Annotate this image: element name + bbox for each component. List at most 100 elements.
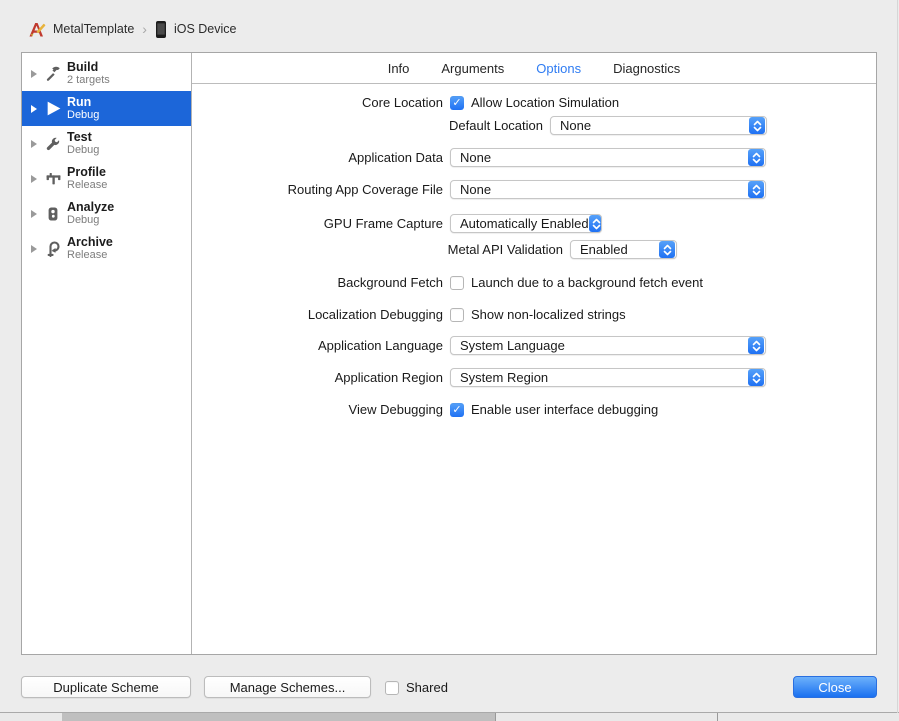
metal-api-validation-popup[interactable]: Enabled [570, 240, 677, 259]
row-gpu-frame-capture: GPU Frame Capture Automatically Enabled [192, 214, 876, 233]
application-language-popup[interactable]: System Language [450, 336, 766, 355]
field-label: Application Data [348, 150, 443, 165]
sidebar-item-sublabel: 2 targets [67, 74, 110, 87]
shared-label: Shared [406, 680, 448, 695]
field-label: Application Region [334, 370, 443, 385]
tab-diagnostics[interactable]: Diagnostics [613, 61, 680, 76]
popup-value: None [460, 150, 492, 165]
application-region-popup[interactable]: System Region [450, 368, 766, 387]
row-application-region: Application Region System Region [192, 368, 876, 387]
gpu-frame-capture-popup[interactable]: Automatically Enabled [450, 214, 602, 233]
tab-arguments[interactable]: Arguments [441, 61, 504, 76]
breadcrumb-destination[interactable]: iOS Device [174, 22, 237, 36]
archive-icon [44, 240, 62, 258]
analyze-icon [44, 205, 62, 223]
sidebar-item-label: Test [67, 129, 92, 144]
popup-value: System Language [460, 338, 565, 353]
options-pane: Info Arguments Options Diagnostics Core … [192, 53, 876, 654]
popup-stepper-icon [748, 149, 764, 166]
duplicate-scheme-button[interactable]: Duplicate Scheme [21, 676, 191, 698]
options-form: Core Location Allow Location Simulation … [192, 84, 876, 417]
sidebar-item-sublabel: Debug [67, 214, 100, 227]
popup-stepper-icon [748, 337, 764, 354]
row-application-data: Application Data None [192, 148, 876, 167]
row-view-debugging: View Debugging Enable user interface deb… [192, 402, 876, 417]
popup-value: System Region [460, 370, 549, 385]
checkbox-label: Enable user interface debugging [471, 402, 659, 417]
disclosure-triangle-icon[interactable] [30, 139, 42, 149]
popup-value: None [460, 182, 492, 197]
row-localization-debugging: Localization Debugging Show non-localize… [192, 307, 876, 322]
field-label: Localization Debugging [307, 307, 443, 322]
tab-bar: Info Arguments Options Diagnostics [192, 53, 876, 84]
row-core-location: Core Location Allow Location Simulation [192, 95, 876, 110]
field-label: Routing App Coverage File [287, 182, 443, 197]
disclosure-triangle-icon[interactable] [30, 244, 42, 254]
row-routing-app-coverage: Routing App Coverage File None [192, 180, 876, 199]
field-label: Default Location [449, 118, 543, 133]
sidebar-item-label: Run [67, 94, 92, 109]
checkbox-label: Show non-localized strings [471, 307, 626, 322]
tab-info[interactable]: Info [388, 61, 410, 76]
checkbox-label: Allow Location Simulation [471, 95, 620, 110]
breadcrumb-separator: › [142, 21, 147, 37]
checkbox-label: Launch due to a background fetch event [471, 275, 704, 290]
application-data-popup[interactable]: None [450, 148, 766, 167]
sidebar-item-run[interactable]: Run Debug [22, 91, 191, 126]
popup-stepper-icon [748, 369, 764, 386]
sidebar-item-sublabel: Debug [67, 144, 100, 157]
sidebar-item-build[interactable]: Build 2 targets [22, 56, 191, 91]
background-window-strip [0, 713, 899, 721]
disclosure-triangle-icon[interactable] [30, 104, 42, 114]
field-label: Metal API Validation [447, 242, 563, 257]
close-button[interactable]: Close [793, 676, 877, 698]
scheme-actions-sidebar: Build 2 targets Run Debug Test Debug Pro… [22, 53, 192, 654]
sidebar-item-sublabel: Release [67, 179, 108, 192]
sidebar-item-sublabel: Debug [67, 109, 100, 122]
scheme-editor-dialog: MetalTemplate › iOS Device Build 2 targe… [0, 0, 899, 721]
scheme-panel: Build 2 targets Run Debug Test Debug Pro… [21, 52, 877, 655]
row-default-location: Default Location None [192, 116, 876, 135]
field-label: Core Location [362, 95, 443, 110]
field-label: Background Fetch [337, 275, 443, 290]
field-label: GPU Frame Capture [323, 216, 443, 231]
sidebar-item-sublabel: Release [67, 249, 108, 262]
popup-stepper-icon [749, 117, 765, 134]
popup-stepper-icon [659, 241, 675, 258]
hammer-icon [44, 65, 62, 83]
popup-value: Enabled [580, 242, 628, 257]
shared-option: Shared [385, 680, 448, 695]
disclosure-triangle-icon[interactable] [30, 69, 42, 79]
scheme-app-icon [27, 20, 46, 39]
sidebar-item-label: Archive [67, 234, 113, 249]
popup-value: None [560, 118, 592, 133]
background-fetch-checkbox[interactable] [450, 275, 464, 290]
iphone-device-icon [155, 20, 167, 39]
sidebar-item-test[interactable]: Test Debug [22, 126, 191, 161]
wrench-icon [44, 135, 62, 153]
background-window-divider [495, 713, 496, 721]
popup-stepper-icon [748, 181, 764, 198]
disclosure-triangle-icon[interactable] [30, 174, 42, 184]
field-label: View Debugging [348, 402, 443, 417]
sidebar-item-profile[interactable]: Profile Release [22, 161, 191, 196]
disclosure-triangle-icon[interactable] [30, 209, 42, 219]
default-location-popup[interactable]: None [550, 116, 767, 135]
allow-location-simulation-checkbox[interactable] [450, 95, 464, 110]
row-application-language: Application Language System Language [192, 336, 876, 355]
tab-options[interactable]: Options [536, 61, 581, 76]
manage-schemes-button[interactable]: Manage Schemes... [204, 676, 371, 698]
background-window-toolbar [62, 713, 495, 721]
breadcrumb-scheme-name[interactable]: MetalTemplate [53, 22, 134, 36]
row-metal-api-validation: Metal API Validation Enabled [192, 240, 876, 259]
enable-ui-debugging-checkbox[interactable] [450, 402, 464, 417]
popup-stepper-icon [588, 215, 601, 232]
sidebar-item-archive[interactable]: Archive Release [22, 231, 191, 266]
shared-checkbox[interactable] [385, 680, 399, 695]
show-non-localized-strings-checkbox[interactable] [450, 307, 464, 322]
sidebar-item-label: Analyze [67, 199, 115, 214]
background-window-divider [717, 713, 718, 721]
routing-app-coverage-popup[interactable]: None [450, 180, 766, 199]
window-right-edge [897, 0, 898, 713]
sidebar-item-analyze[interactable]: Analyze Debug [22, 196, 191, 231]
